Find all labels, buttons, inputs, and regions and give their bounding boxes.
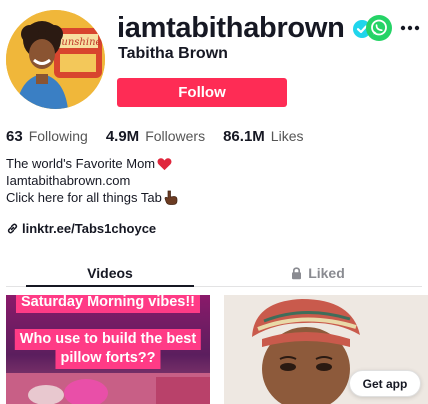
bio-line: The world's Favorite Mom (6, 155, 178, 172)
avatar-image: Sunshine (6, 10, 105, 109)
video-1-caption-1: Saturday Morning vibes!! (15, 295, 201, 313)
bio-line-1: The world's Favorite Mom (6, 156, 156, 171)
follow-button[interactable]: Follow (117, 78, 287, 107)
stat-likes: 86.1M Likes (223, 128, 303, 145)
bio-line-2: Iamtabithabrown.com (6, 173, 131, 188)
tab-videos[interactable]: Videos (6, 258, 214, 288)
handle-row: iamtabithabrown (117, 12, 371, 45)
bio: The world's Favorite Mom Iamtabithabrown… (6, 155, 178, 206)
stat-followers[interactable]: 4.9M Followers (106, 128, 205, 145)
display-name: Tabitha Brown (118, 45, 228, 62)
link-icon (7, 223, 18, 234)
profile-tabs: Videos Liked (6, 258, 422, 288)
profile-link-text: linktr.ee/Tabs1choyce (22, 221, 157, 236)
stat-likes-value: 86.1M (223, 128, 265, 145)
stat-followers-label: Followers (145, 128, 206, 144)
get-app-button[interactable]: Get app (349, 370, 421, 397)
tab-videos-label: Videos (87, 265, 133, 281)
profile-stats: 63 Following 4.9M Followers 86.1M Likes (6, 128, 321, 145)
profile-link[interactable]: linktr.ee/Tabs1choyce (6, 221, 156, 236)
more-options-icon[interactable] (399, 19, 421, 37)
pointing-down-hand-icon (164, 190, 178, 205)
avatar[interactable]: Sunshine (6, 10, 105, 109)
bio-line-3: Click here for all things Tab (6, 190, 162, 205)
stat-following-value: 63 (6, 128, 23, 145)
bio-line: Iamtabithabrown.com (6, 172, 178, 189)
red-heart-icon (157, 157, 172, 170)
stat-followers-value: 4.9M (105, 128, 140, 145)
video-thumbnail-1[interactable]: Saturday Morning vibes!! Who use to buil… (6, 295, 210, 404)
profile-handle: iamtabithabrown (117, 12, 345, 44)
tab-active-indicator (26, 285, 194, 287)
tab-liked[interactable]: Liked (214, 258, 422, 288)
lock-icon (292, 266, 302, 279)
tab-liked-label: Liked (308, 265, 345, 281)
whatsapp-icon[interactable] (366, 15, 392, 41)
video-1-caption-3: pillow forts?? (55, 348, 161, 369)
video-1-caption-2: Who use to build the best (14, 329, 202, 350)
stat-following[interactable]: 63 Following (6, 128, 88, 145)
stat-likes-label: Likes (270, 128, 304, 144)
stat-following-label: Following (28, 128, 88, 144)
bio-line: Click here for all things Tab (6, 189, 178, 206)
